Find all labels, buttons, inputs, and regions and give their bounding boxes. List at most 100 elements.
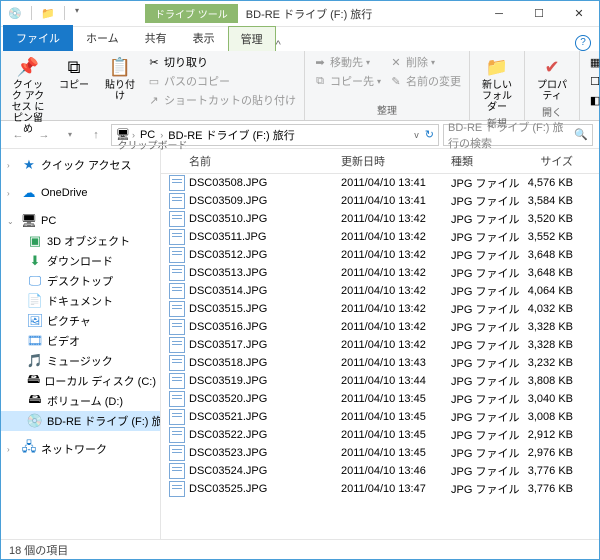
- cloud-icon: ☁: [21, 185, 37, 201]
- copypath-button[interactable]: ▭パスのコピー: [145, 72, 298, 90]
- file-row[interactable]: DSC03510.JPG2011/04/10 13:42JPG ファイル3,52…: [161, 210, 599, 228]
- breadcrumb[interactable]: 🖥 › PC › BD-RE ドライブ (F:) 旅行 v ↻: [111, 124, 439, 146]
- paste-button[interactable]: 📋貼り付け: [99, 53, 141, 104]
- rename-button[interactable]: ✎名前の変更: [387, 72, 463, 90]
- col-name[interactable]: 名前: [161, 153, 341, 169]
- file-row[interactable]: DSC03523.JPG2011/04/10 13:45JPG ファイル2,97…: [161, 444, 599, 462]
- refresh-icon[interactable]: ↻: [425, 128, 434, 141]
- chevron-right-icon[interactable]: ›: [132, 130, 135, 140]
- nav-pc[interactable]: ⌄🖥PC: [1, 211, 160, 231]
- file-row[interactable]: DSC03524.JPG2011/04/10 13:46JPG ファイル3,77…: [161, 462, 599, 480]
- chevron-down-icon[interactable]: ⌄: [7, 217, 17, 226]
- moveto-button[interactable]: ➡移動先▾: [311, 53, 383, 71]
- col-type[interactable]: 種類: [451, 153, 521, 169]
- file-row[interactable]: DSC03516.JPG2011/04/10 13:42JPG ファイル3,32…: [161, 318, 599, 336]
- nav-music[interactable]: 🎵ミュージック: [1, 351, 160, 371]
- nav-videos[interactable]: 🎞ビデオ: [1, 331, 160, 351]
- nav-3dobjects[interactable]: ▣3D オブジェクト: [1, 231, 160, 251]
- file-date: 2011/04/10 13:42: [341, 339, 451, 351]
- pc-icon: 🖥: [21, 213, 37, 229]
- nav-vold[interactable]: 🖴ボリューム (D:): [1, 391, 160, 411]
- file-type: JPG ファイル: [451, 283, 521, 299]
- cube-icon: ▣: [27, 233, 43, 249]
- delete-button[interactable]: ✕削除▾: [387, 53, 463, 71]
- nav-back-button[interactable]: ←: [7, 124, 29, 146]
- maximize-button[interactable]: ☐: [519, 1, 559, 27]
- nav-bdre[interactable]: 💿BD-RE ドライブ (F:) 旅行: [1, 411, 160, 431]
- help-icon[interactable]: ?: [575, 35, 591, 51]
- nav-recent-button[interactable]: ▾: [59, 124, 81, 146]
- file-date: 2011/04/10 13:41: [341, 195, 451, 207]
- file-type: JPG ファイル: [451, 445, 521, 461]
- folder-icon: 📁: [40, 6, 56, 22]
- minimize-button[interactable]: ─: [479, 1, 519, 27]
- nav-desktop[interactable]: 🖵デスクトップ: [1, 271, 160, 291]
- properties-button[interactable]: ✔プロパティ: [531, 53, 573, 104]
- file-row[interactable]: DSC03522.JPG2011/04/10 13:45JPG ファイル2,91…: [161, 426, 599, 444]
- tab-share[interactable]: 共有: [132, 25, 180, 51]
- file-name: DSC03518.JPG: [189, 357, 267, 369]
- copy-button[interactable]: ⧉コピー: [53, 53, 95, 93]
- file-row[interactable]: DSC03519.JPG2011/04/10 13:44JPG ファイル3,80…: [161, 372, 599, 390]
- nav-quickaccess[interactable]: ›★クイック アクセス: [1, 155, 160, 175]
- tab-home[interactable]: ホーム: [73, 25, 132, 51]
- file-row[interactable]: DSC03512.JPG2011/04/10 13:42JPG ファイル3,64…: [161, 246, 599, 264]
- file-type: JPG ファイル: [451, 211, 521, 227]
- copyto-button[interactable]: ⧉コピー先▾: [311, 72, 383, 90]
- jpg-file-icon: [169, 193, 185, 209]
- column-headers[interactable]: 名前 更新日時 種類 サイズ: [161, 149, 599, 174]
- selectall-button[interactable]: ▦すべて選択: [586, 53, 600, 71]
- network-icon: 🖧: [21, 441, 37, 457]
- jpg-file-icon: [169, 283, 185, 299]
- cut-button[interactable]: ✂切り取り: [145, 53, 298, 71]
- nav-pictures[interactable]: 🖼ピクチャ: [1, 311, 160, 331]
- jpg-file-icon: [169, 481, 185, 497]
- ribbon-expand-icon[interactable]: ^: [276, 39, 281, 51]
- file-date: 2011/04/10 13:46: [341, 465, 451, 477]
- selectnone-button[interactable]: ☐選択解除: [586, 72, 600, 90]
- file-row[interactable]: DSC03515.JPG2011/04/10 13:42JPG ファイル4,03…: [161, 300, 599, 318]
- tab-manage[interactable]: 管理: [228, 26, 276, 51]
- newfolder-button[interactable]: 📁新しい フォルダー: [476, 53, 518, 115]
- file-row[interactable]: DSC03520.JPG2011/04/10 13:45JPG ファイル3,04…: [161, 390, 599, 408]
- qat-dropdown[interactable]: ▾: [75, 6, 79, 22]
- crumb-pc[interactable]: PC: [137, 129, 158, 141]
- nav-downloads[interactable]: ⬇ダウンロード: [1, 251, 160, 271]
- col-size[interactable]: サイズ: [521, 153, 581, 169]
- nav-forward-button[interactable]: →: [33, 124, 55, 146]
- file-size: 2,976 KB: [521, 447, 581, 459]
- col-date[interactable]: 更新日時: [341, 153, 451, 169]
- selectinvert-icon: ◧: [588, 93, 600, 107]
- search-input[interactable]: BD-RE ドライブ (F:) 旅行の検索🔍: [443, 124, 593, 146]
- file-row[interactable]: DSC03514.JPG2011/04/10 13:42JPG ファイル4,06…: [161, 282, 599, 300]
- tab-file[interactable]: ファイル: [3, 25, 73, 51]
- file-row[interactable]: DSC03511.JPG2011/04/10 13:42JPG ファイル3,55…: [161, 228, 599, 246]
- properties-icon: ✔: [540, 55, 564, 79]
- file-row[interactable]: DSC03518.JPG2011/04/10 13:43JPG ファイル3,23…: [161, 354, 599, 372]
- selectinvert-button[interactable]: ◧選択の切り替え: [586, 91, 600, 109]
- nav-documents[interactable]: 📄ドキュメント: [1, 291, 160, 311]
- crumb-drive[interactable]: BD-RE ドライブ (F:) 旅行: [165, 127, 298, 143]
- file-row[interactable]: DSC03525.JPG2011/04/10 13:47JPG ファイル3,77…: [161, 480, 599, 498]
- nav-localc[interactable]: 🖴ローカル ディスク (C:): [1, 371, 160, 391]
- file-row[interactable]: DSC03521.JPG2011/04/10 13:45JPG ファイル3,00…: [161, 408, 599, 426]
- file-type: JPG ファイル: [451, 427, 521, 443]
- nav-network[interactable]: ›🖧ネットワーク: [1, 439, 160, 459]
- file-row[interactable]: DSC03513.JPG2011/04/10 13:42JPG ファイル3,64…: [161, 264, 599, 282]
- close-button[interactable]: ✕: [559, 1, 599, 27]
- chevron-right-icon[interactable]: ›: [7, 445, 17, 454]
- nav-up-button[interactable]: ↑: [85, 124, 107, 146]
- file-row[interactable]: DSC03509.JPG2011/04/10 13:41JPG ファイル3,58…: [161, 192, 599, 210]
- file-row[interactable]: DSC03508.JPG2011/04/10 13:41JPG ファイル4,57…: [161, 174, 599, 192]
- address-bar: ← → ▾ ↑ 🖥 › PC › BD-RE ドライブ (F:) 旅行 v ↻ …: [1, 121, 599, 149]
- chevron-right-icon[interactable]: ›: [7, 189, 17, 198]
- file-row[interactable]: DSC03517.JPG2011/04/10 13:42JPG ファイル3,32…: [161, 336, 599, 354]
- pasteshortcut-button[interactable]: ↗ショートカットの貼り付け: [145, 91, 298, 109]
- chevron-right-icon[interactable]: ›: [7, 161, 17, 170]
- tab-view[interactable]: 表示: [180, 25, 228, 51]
- jpg-file-icon: [169, 355, 185, 371]
- nav-onedrive[interactable]: ›☁OneDrive: [1, 183, 160, 203]
- file-size: 3,552 KB: [521, 231, 581, 243]
- chevron-right-icon[interactable]: ›: [160, 130, 163, 140]
- addr-dropdown-icon[interactable]: v: [414, 130, 419, 140]
